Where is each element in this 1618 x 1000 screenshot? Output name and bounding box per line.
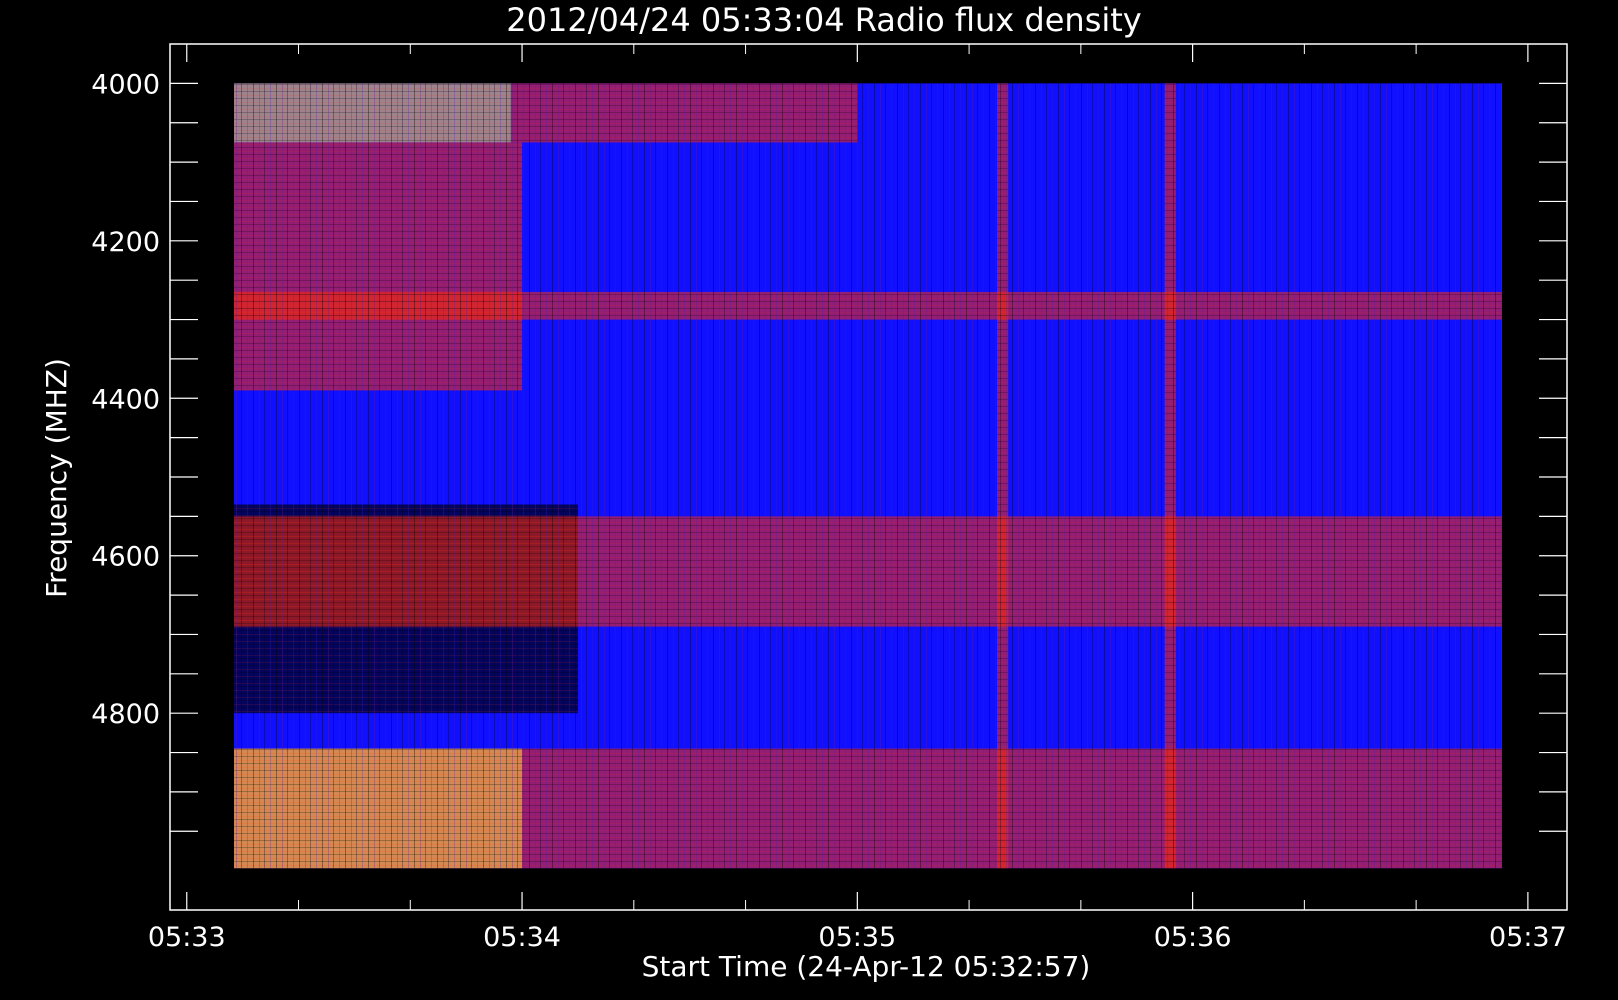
y-tick-label: 4800 — [91, 699, 160, 730]
y-axis-label: Frequency (MHZ) — [40, 358, 73, 598]
y-tick-label: 4000 — [91, 69, 160, 100]
spectrogram-image — [234, 83, 1502, 869]
spectrogram-chart: 2012/04/24 05:33:04 Radio flux density 0… — [0, 0, 1618, 1000]
y-tick-label: 4200 — [91, 227, 160, 258]
y-tick-label: 4400 — [91, 384, 160, 415]
chart-svg: 2012/04/24 05:33:04 Radio flux density 0… — [40, 1, 1568, 983]
x-tick-label: 05:35 — [818, 922, 896, 953]
y-tick-label: 4600 — [91, 542, 160, 573]
heatmap-streaks — [234, 83, 1502, 869]
x-tick-label: 05:34 — [483, 922, 561, 953]
x-tick-label: 05:37 — [1489, 922, 1567, 953]
chart-title: 2012/04/24 05:33:04 Radio flux density — [506, 1, 1141, 39]
x-axis-label: Start Time (24-Apr-12 05:32:57) — [642, 950, 1091, 983]
x-tick-label: 05:33 — [148, 922, 226, 953]
x-tick-label: 05:36 — [1154, 922, 1232, 953]
